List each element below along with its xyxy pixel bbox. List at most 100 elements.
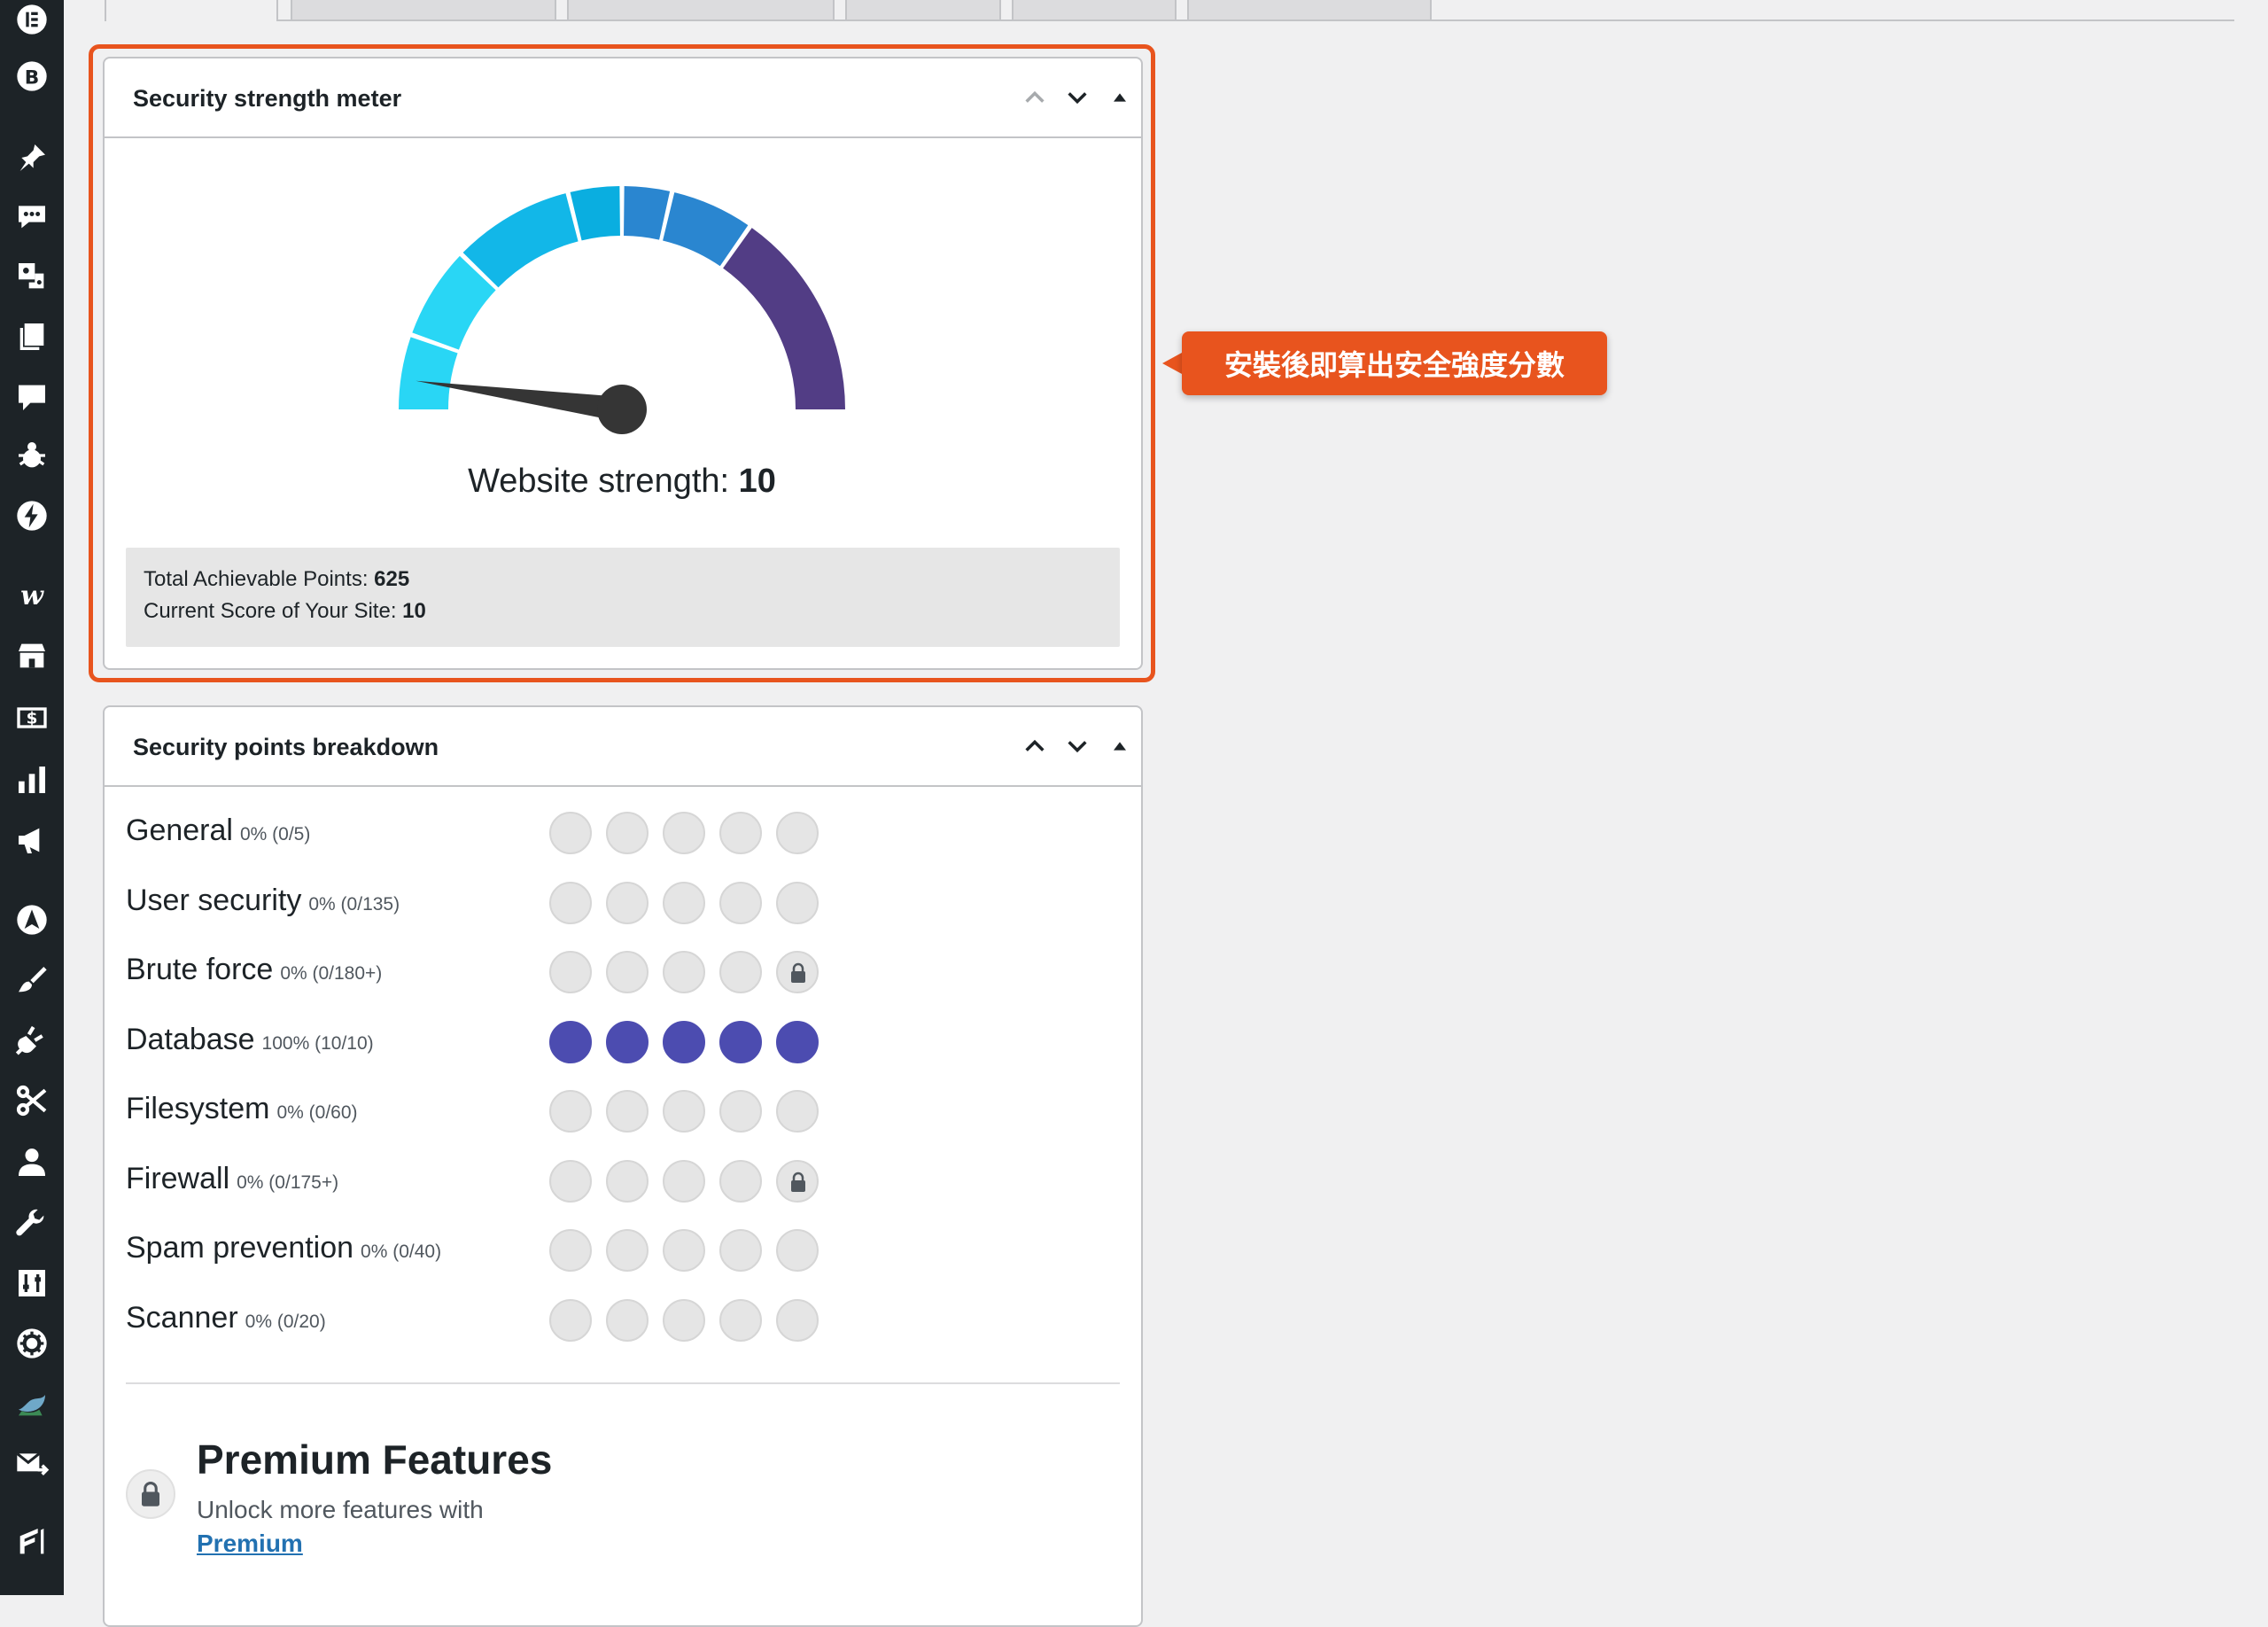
category-percent: 0% (0/40) [361,1242,442,1262]
category-label: Firewall 0% (0/175+) [126,1162,338,1196]
score-dot [776,1090,819,1133]
category-percent: 0% (0/20) [245,1311,326,1332]
plugin-icon[interactable] [12,1021,51,1060]
score-dot [549,812,592,854]
bolt-icon[interactable] [12,496,51,535]
bug-icon[interactable] [12,436,51,475]
score-dot [776,1020,819,1063]
score-dot [776,812,819,854]
callout-annotation: 安裝後即算出安全強度分數 [1182,331,1607,395]
category-name: Scanner [126,1300,238,1335]
category-percent: 0% (0/5) [239,824,311,845]
tab-6[interactable] [1187,0,1432,21]
score-dot [776,1298,819,1342]
tab-5[interactable] [1012,0,1177,21]
gear-icon[interactable] [12,1324,51,1363]
move-down-button[interactable] [1061,730,1093,762]
scissors-icon[interactable] [12,1081,51,1120]
score-dot [549,1229,592,1272]
category-name: Spam prevention [126,1231,354,1265]
chevron-down-icon [1068,741,1087,753]
b-badge-icon[interactable]: B [12,57,51,96]
dollar-icon[interactable]: $ [12,698,51,737]
score-dot [719,951,762,993]
category-name: Database [126,1022,255,1056]
comment-icon[interactable] [12,378,51,416]
score-dot [663,881,705,924]
store-icon[interactable] [12,636,51,675]
category-name: Filesystem [126,1092,270,1125]
score-dot [606,812,649,854]
tab-active[interactable] [105,0,278,21]
analytics-icon[interactable] [12,760,51,799]
category-label: General 0% (0/5) [126,814,310,848]
w-logo-icon[interactable]: w [12,576,51,615]
settings-sliders-icon[interactable] [12,1264,51,1303]
megaphone-icon[interactable] [12,821,51,860]
score-dot [776,951,819,993]
premium-description: Unlock more features with [197,1496,484,1523]
lock-icon [791,962,805,983]
tab-bar [105,0,2234,21]
category-label: Database 100% (10/10) [126,1023,374,1057]
category-label: User security 0% (0/135) [126,884,400,918]
score-dot [663,1090,705,1133]
chevron-up-icon [1025,739,1045,751]
media-icon[interactable] [12,257,51,296]
move-up-button[interactable] [1019,730,1051,762]
score-dot [549,951,592,993]
premium-link[interactable]: Premium [197,1530,303,1558]
tab-2[interactable] [291,0,556,21]
bird-icon[interactable] [12,1384,51,1423]
category-percent: 0% (0/60) [276,1102,358,1123]
pages-icon[interactable] [12,317,51,356]
forms-icon[interactable] [12,1522,51,1561]
score-dot [719,881,762,924]
mail-icon[interactable] [12,1444,51,1483]
score-dot [606,1298,649,1342]
score-dot [719,1020,762,1063]
admin-sidebar: Bw $ [0,0,64,1595]
score-dot [606,1159,649,1203]
callout-arrow [1162,353,1182,374]
score-dot [663,951,705,993]
score-dot [606,881,649,924]
score-dot [549,1020,592,1063]
category-name: Firewall [126,1161,230,1195]
score-dot [663,1229,705,1272]
svg-text:w: w [20,580,44,611]
score-dot [663,1159,705,1203]
navigation-icon[interactable] [12,900,51,939]
user-icon[interactable] [12,1143,51,1182]
triangle-up-icon [1114,742,1126,751]
score-dot [719,1229,762,1272]
score-dot [663,1020,705,1063]
highlight-frame [89,44,1155,682]
score-dot [776,1159,819,1203]
score-dot [719,812,762,854]
brush-icon[interactable] [12,961,51,1000]
score-dot [719,1298,762,1342]
wrench-icon[interactable] [12,1203,51,1242]
elementor-icon[interactable] [12,0,51,39]
premium-title: Premium Features [197,1436,553,1483]
tab-4[interactable] [845,0,1001,21]
category-percent: 0% (0/175+) [237,1172,339,1193]
chat-icon[interactable] [12,197,51,236]
score-dot [663,812,705,854]
category-percent: 0% (0/180+) [280,963,383,984]
category-name: User security [126,883,302,917]
category-label: Brute force 0% (0/180+) [126,953,382,987]
score-dot [606,1020,649,1063]
tab-3[interactable] [567,0,835,21]
svg-text:B: B [25,66,40,89]
category-label: Filesystem 0% (0/60) [126,1092,358,1126]
score-dot [606,951,649,993]
score-dot [719,1090,762,1133]
collapse-button[interactable] [1104,730,1136,762]
pin-icon[interactable] [12,138,51,177]
category-label: Scanner 0% (0/20) [126,1301,326,1335]
section-divider [126,1382,1120,1384]
category-percent: 0% (0/135) [308,893,400,915]
category-label: Spam prevention 0% (0/40) [126,1231,441,1265]
